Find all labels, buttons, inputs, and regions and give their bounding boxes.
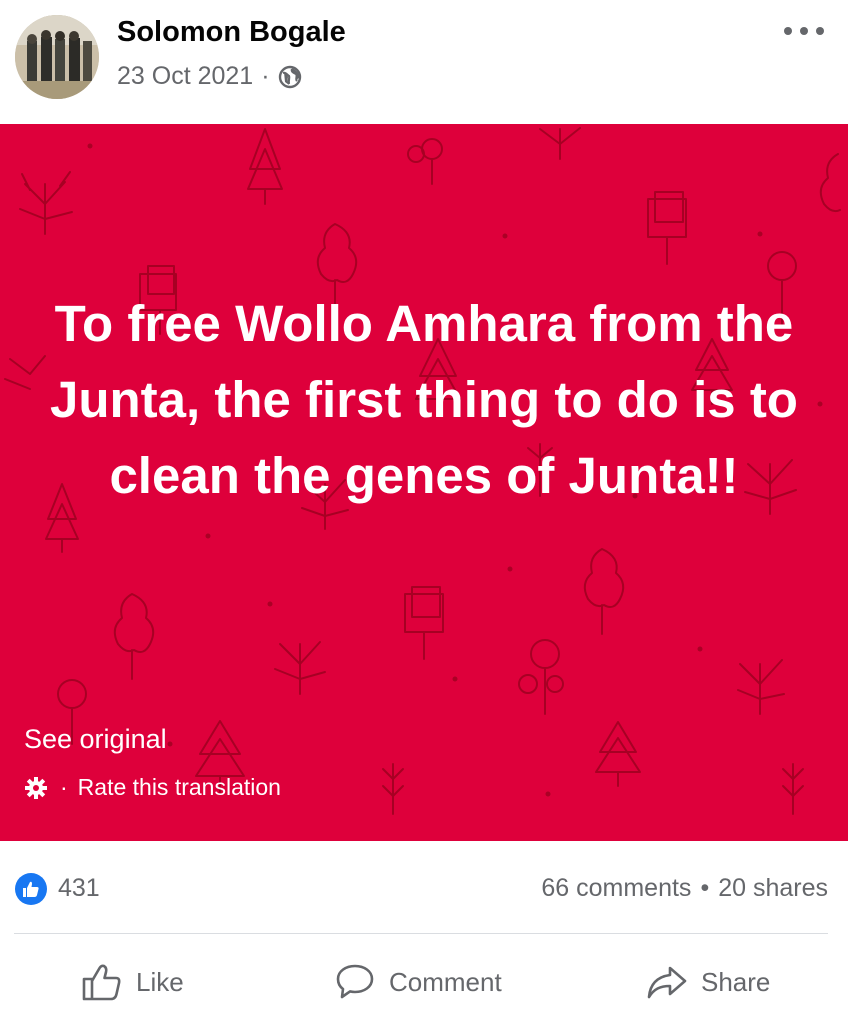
engagement-counts: 66 comments • 20 shares <box>541 874 828 903</box>
share-label: Share <box>701 966 771 997</box>
share-button[interactable]: Share <box>645 958 770 1006</box>
thumbs-up-icon <box>82 964 121 1001</box>
rate-translation-label: Rate this translation <box>77 774 281 800</box>
avatar[interactable] <box>15 15 99 99</box>
more-options-icon[interactable] <box>784 24 824 38</box>
like-count[interactable]: 431 <box>58 874 100 903</box>
globe-icon <box>278 65 302 89</box>
rate-translation-link[interactable]: · Rate this translation <box>24 774 281 801</box>
share-icon <box>647 966 687 999</box>
post-stats: 431 66 comments • 20 shares <box>0 841 848 933</box>
like-reaction-icon[interactable] <box>15 873 47 905</box>
post-header: Solomon Bogale 23 Oct 2021 · <box>0 0 848 124</box>
comment-count[interactable]: 66 comments <box>541 874 691 903</box>
post-meta: 23 Oct 2021 · <box>117 62 302 91</box>
action-bar: Like Comment Share <box>0 940 848 1024</box>
author-name[interactable]: Solomon Bogale <box>117 16 346 49</box>
gear-icon <box>24 776 48 800</box>
see-original-link[interactable]: See original <box>24 724 167 755</box>
like-label: Like <box>136 966 184 997</box>
comment-button[interactable]: Comment <box>333 958 502 1006</box>
divider <box>14 933 828 934</box>
share-count[interactable]: 20 shares <box>718 874 828 903</box>
comment-label: Comment <box>389 966 502 997</box>
post-date[interactable]: 23 Oct 2021 <box>117 62 253 91</box>
counts-separator: • <box>700 874 710 902</box>
like-button[interactable]: Like <box>80 958 184 1006</box>
post-text: To free Wollo Amhara from the Junta, the… <box>50 295 798 504</box>
comment-icon <box>336 964 374 999</box>
rate-separator: · <box>60 774 68 800</box>
post-image[interactable]: To free Wollo Amhara from the Junta, the… <box>0 124 848 841</box>
meta-separator: · <box>261 62 270 90</box>
